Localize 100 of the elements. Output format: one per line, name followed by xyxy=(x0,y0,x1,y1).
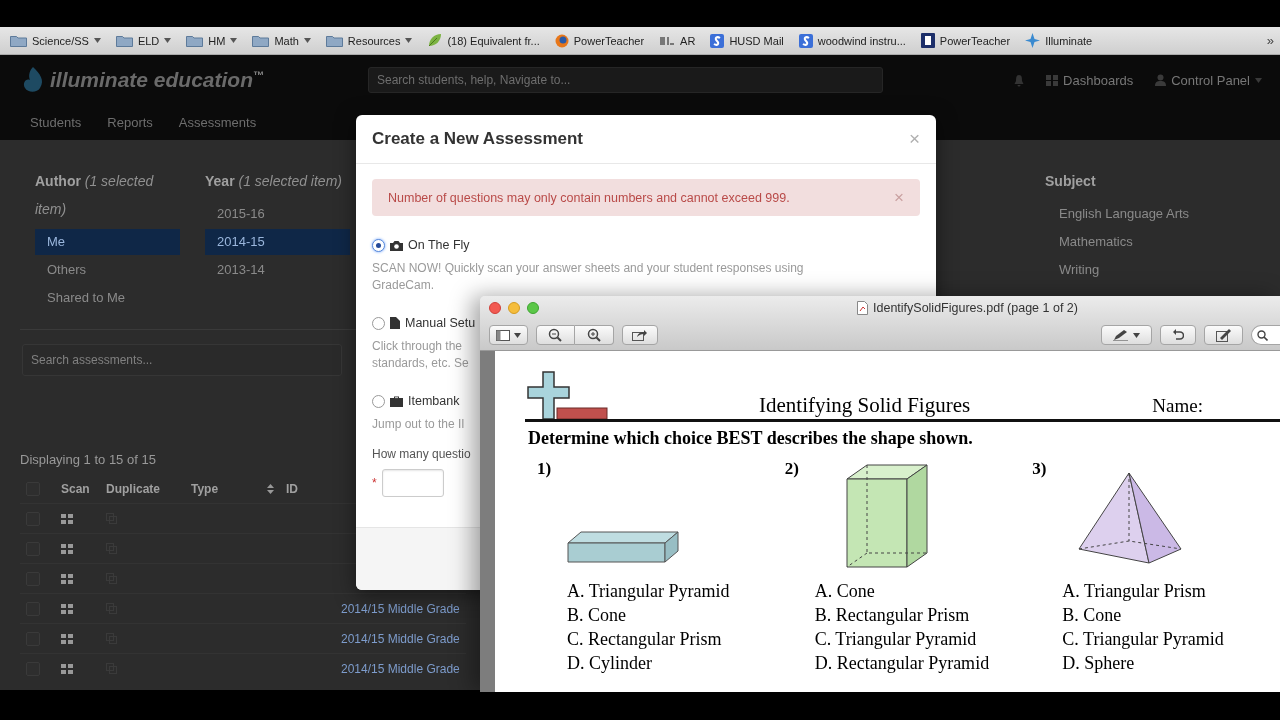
radio-button[interactable] xyxy=(372,316,385,330)
close-button[interactable] xyxy=(489,302,501,314)
radio-button[interactable] xyxy=(372,238,385,252)
header-link[interactable]: Dashboards xyxy=(1046,72,1134,88)
caret-icon xyxy=(1255,77,1262,83)
sidebar-icon xyxy=(496,329,510,341)
caret-icon xyxy=(164,38,172,43)
answer-choice: A. Cone xyxy=(814,580,876,603)
field-label: How many questio xyxy=(372,447,472,461)
zoom-out-button[interactable] xyxy=(535,325,575,345)
option-description: Jump out to the Il xyxy=(372,416,466,433)
bookmark-item[interactable]: Science/SS xyxy=(10,34,101,47)
scan-icon xyxy=(61,573,73,584)
search-field[interactable]: Search students, help, Navigate to... xyxy=(368,67,883,93)
question-number: 3) xyxy=(1032,459,1047,478)
option-description: Click through the xyxy=(372,338,464,355)
caret-icon xyxy=(1132,332,1140,338)
sidebar-button[interactable] xyxy=(489,325,528,345)
folder-icon xyxy=(325,34,343,47)
results-count: Displaying 1 to 15 of 15 xyxy=(20,452,156,467)
share-button[interactable] xyxy=(621,325,658,345)
search-field[interactable] xyxy=(1250,325,1280,345)
share-icon xyxy=(632,329,648,341)
control-panel-menu[interactable]: Control Panel xyxy=(1155,72,1262,88)
answer-choice: C. Triangular Pyramid xyxy=(1062,628,1224,651)
filter-title: Year (1 selected item) xyxy=(205,172,343,191)
input-field[interactable] xyxy=(381,469,444,497)
answer-choice: A. Triangular Pyramid xyxy=(567,580,730,603)
rotate-button[interactable] xyxy=(1159,325,1196,345)
option-label: Itembank xyxy=(408,394,460,408)
nav-link[interactable]: Reports xyxy=(107,115,153,130)
nav-link[interactable]: Students xyxy=(30,115,82,130)
column-header: Scan xyxy=(61,482,90,496)
filter-option[interactable]: English Language Arts xyxy=(1045,201,1260,227)
square-logo-icon xyxy=(798,33,813,48)
caret-icon xyxy=(514,332,521,338)
dialog-title: Create a New Assessment xyxy=(372,129,584,149)
bookmark-item[interactable]: HUSD Mail xyxy=(710,33,784,48)
answer-choice: B. Cone xyxy=(1062,604,1123,627)
caret-icon xyxy=(405,38,413,43)
annotate-button[interactable] xyxy=(1101,325,1152,345)
filter-option[interactable]: Shared to Me xyxy=(35,285,180,311)
column-header: Duplicate xyxy=(106,482,160,496)
markup-button[interactable] xyxy=(1203,325,1243,345)
bookmark-item[interactable]: Illuminate xyxy=(1025,33,1093,48)
scan-icon xyxy=(61,633,73,644)
bookmark-item[interactable]: HM xyxy=(186,34,238,47)
radio-button[interactable] xyxy=(372,394,385,408)
bookmark-item[interactable]: Resources xyxy=(325,34,413,47)
bookmark-item[interactable]: PowerTeacher xyxy=(554,33,645,48)
zoom-out-icon xyxy=(548,328,563,342)
required-mark: * xyxy=(372,476,377,490)
filter-option[interactable]: Mathematics xyxy=(1045,229,1260,255)
bookmarks-overflow-button[interactable]: » xyxy=(1266,33,1280,48)
filter-title: Author (1 selected item) xyxy=(35,172,155,219)
answer-choice: B. Cone xyxy=(567,604,627,627)
square-logo-icon xyxy=(710,33,725,48)
bookmark-item[interactable]: PowerTeacher xyxy=(920,33,1011,48)
leaf-icon xyxy=(427,33,443,48)
nav-link[interactable]: Assessments xyxy=(178,115,257,130)
caret-icon xyxy=(93,38,101,43)
filter-option[interactable]: Others xyxy=(35,257,180,283)
answer-choice: D. Cylinder xyxy=(567,652,653,675)
assessment-link[interactable]: 2014/15 Middle Grade xyxy=(341,631,460,646)
zoom-in-button[interactable] xyxy=(574,325,614,345)
answer-choice: D. Sphere xyxy=(1062,652,1136,675)
bookmark-item[interactable]: woodwind instru... xyxy=(798,33,906,48)
bell-icon xyxy=(1014,73,1025,87)
name-label: Name: xyxy=(1152,395,1203,418)
worksheet-title: Identifying Solid Figures xyxy=(759,393,971,419)
rotate-icon xyxy=(1171,328,1184,342)
bookmark-item[interactable]: Math xyxy=(252,34,311,47)
zoom-in-icon xyxy=(586,328,601,342)
search-field[interactable]: Search assessments... xyxy=(22,344,342,376)
assessment-link[interactable]: 2014/15 Middle Grade xyxy=(341,661,460,676)
bookmark-item[interactable]: AR xyxy=(659,34,696,47)
filter-option[interactable]: 2014-15 xyxy=(205,229,350,255)
markup-icon xyxy=(1215,328,1231,342)
globe-icon xyxy=(554,33,569,48)
logo-text: illuminate education$^{™}$ xyxy=(50,68,265,92)
briefcase-icon xyxy=(390,395,403,407)
filter-option[interactable]: 2015-16 xyxy=(205,201,350,227)
option-description: SCAN NOW! Quickly scan your answer sheets and your student responses using GradeCam. xyxy=(372,260,805,294)
filter-option[interactable]: Me xyxy=(35,229,180,255)
logo-icon xyxy=(659,34,676,47)
scan-icon xyxy=(61,513,73,524)
zoom-button[interactable] xyxy=(527,302,539,314)
bookmark-item[interactable]: (18) Equivalent fr... xyxy=(427,33,540,48)
filter-option[interactable]: 2013-14 xyxy=(205,257,350,283)
minimize-button[interactable] xyxy=(508,302,520,314)
bookmark-item[interactable]: ELD xyxy=(115,34,172,47)
filter-option[interactable]: Writing xyxy=(1045,257,1260,283)
assessment-link[interactable]: 2014/15 Middle Grade xyxy=(341,601,460,616)
filter-title: Subject xyxy=(1045,172,1097,191)
scan-icon xyxy=(61,543,73,554)
answer-choice: C. Triangular Pyramid xyxy=(814,628,978,651)
answer-choice: B. Rectangular Prism xyxy=(814,604,971,627)
user-icon xyxy=(1155,74,1167,86)
caret-icon xyxy=(230,38,238,43)
sort-icon xyxy=(267,484,274,494)
